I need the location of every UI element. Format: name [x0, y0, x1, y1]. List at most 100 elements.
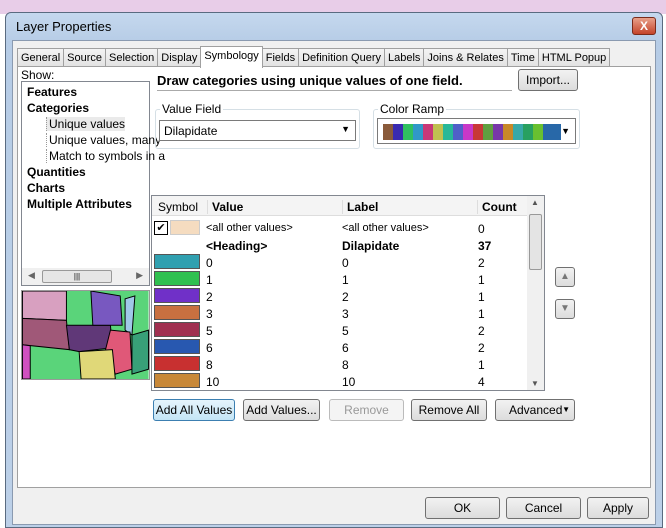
tab-display[interactable]: Display: [157, 48, 202, 67]
table-row[interactable]: 5 5 2: [152, 322, 527, 339]
tree-item[interactable]: Quantities: [27, 165, 86, 179]
ok-button[interactable]: OK: [425, 497, 500, 519]
add-all-values-button[interactable]: Add All Values: [153, 399, 235, 421]
table-row[interactable]: 0 0 2: [152, 254, 527, 271]
cell-label[interactable]: 0: [342, 256, 349, 270]
remove-all-button[interactable]: Remove All: [411, 399, 487, 421]
advanced-button[interactable]: Advanced ▼: [495, 399, 575, 421]
tree-item[interactable]: Unique values: [46, 117, 126, 131]
apply-button[interactable]: Apply: [587, 497, 649, 519]
cell-value: 8: [206, 358, 213, 372]
symbol-swatch[interactable]: [154, 254, 200, 269]
tab-html-popup[interactable]: HTML Popup: [537, 48, 611, 67]
values-table[interactable]: Symbol Value Label Count ✔ <all other val…: [151, 195, 545, 391]
horizontal-scrollbar[interactable]: ◀ ||| ▶: [22, 268, 149, 285]
table-row[interactable]: 2 2 1: [152, 288, 527, 305]
symbol-swatch[interactable]: [170, 220, 200, 235]
symbol-swatch[interactable]: [154, 339, 200, 354]
scroll-thumb[interactable]: |||: [42, 270, 112, 283]
cell-label[interactable]: <all other values>: [342, 222, 429, 234]
scroll-left-icon[interactable]: ◀: [28, 270, 35, 281]
ramp-swatch: [513, 124, 523, 140]
tab-fields[interactable]: Fields: [261, 48, 300, 67]
cell-label[interactable]: 6: [342, 341, 349, 355]
scroll-down-icon[interactable]: ▼: [531, 379, 539, 388]
checkbox[interactable]: ✔: [154, 221, 168, 235]
table-row[interactable]: 1 1 1: [152, 271, 527, 288]
tree-item[interactable]: Categories: [27, 101, 89, 115]
tab-symbology[interactable]: Symbology: [200, 46, 263, 68]
cell-value: 6: [206, 341, 213, 355]
ramp-swatch: [473, 124, 483, 140]
cell-count: 4: [478, 375, 485, 389]
tree-item[interactable]: Features: [27, 85, 77, 99]
tab-time[interactable]: Time: [506, 48, 539, 67]
cell-count: 0: [478, 222, 485, 236]
symbol-swatch[interactable]: [154, 356, 200, 371]
ramp-swatch: [403, 124, 413, 140]
table-row[interactable]: ✔ <all other values> <all other values> 0: [152, 220, 527, 237]
tree-item[interactable]: Match to symbols in a: [46, 149, 165, 163]
cell-label[interactable]: 10: [342, 375, 355, 389]
vertical-scrollbar[interactable]: ▲ ▼: [527, 196, 544, 390]
cell-label[interactable]: 1: [342, 273, 349, 287]
cell-value: 2: [206, 290, 213, 304]
tab-joins-relates[interactable]: Joins & Relates: [423, 48, 508, 67]
cancel-button[interactable]: Cancel: [506, 497, 581, 519]
tab-definition-query[interactable]: Definition Query: [298, 48, 385, 67]
cell-label[interactable]: Dilapidate: [342, 239, 399, 253]
cell-label[interactable]: 2: [342, 290, 349, 304]
add-values-button[interactable]: Add Values...: [243, 399, 320, 421]
cell-value: <Heading>: [206, 239, 268, 253]
scroll-up-icon[interactable]: ▲: [531, 198, 539, 207]
ramp-swatch: [463, 124, 473, 140]
ramp-swatch: [383, 124, 393, 140]
tab-selection[interactable]: Selection: [105, 48, 159, 67]
cell-label[interactable]: 5: [342, 324, 349, 338]
cell-label[interactable]: 3: [342, 307, 349, 321]
symbol-swatch[interactable]: [154, 322, 200, 337]
layer-properties-dialog: Layer Properties X General Source Selectio…: [5, 12, 663, 528]
chevron-down-icon: ▼: [562, 405, 570, 414]
table-row[interactable]: 8 8 1: [152, 356, 527, 373]
symbol-swatch[interactable]: [154, 373, 200, 388]
close-button[interactable]: X: [632, 17, 656, 35]
cell-label[interactable]: 8: [342, 358, 349, 372]
ramp-swatch: [523, 124, 533, 140]
table-row[interactable]: 6 6 2: [152, 339, 527, 356]
chevron-down-icon: ▼: [561, 126, 570, 136]
symbol-swatch[interactable]: [154, 271, 200, 286]
table-row[interactable]: 10 10 4: [152, 373, 527, 390]
ramp-swatch: [493, 124, 503, 140]
tree-item[interactable]: Charts: [27, 181, 65, 195]
remove-button[interactable]: Remove: [329, 399, 404, 421]
tab-source[interactable]: Source: [63, 48, 106, 67]
scroll-right-icon[interactable]: ▶: [136, 270, 143, 281]
tree-item[interactable]: Unique values, many: [46, 133, 161, 147]
move-down-button[interactable]: ▼: [555, 299, 575, 319]
table-row[interactable]: <Heading> Dilapidate 37: [152, 237, 527, 254]
header-count[interactable]: Count: [477, 200, 517, 214]
tab-labels[interactable]: Labels: [383, 48, 425, 67]
description-text: Draw categories using unique values of o…: [157, 71, 512, 91]
cell-count: 1: [478, 358, 485, 372]
tree-item[interactable]: Multiple Attributes: [27, 197, 132, 211]
ramp-swatch: [423, 124, 433, 140]
table-header: Symbol Value Label Count: [152, 196, 527, 216]
scroll-thumb[interactable]: [529, 214, 542, 270]
value-field-select[interactable]: Dilapidate ▼: [159, 120, 356, 141]
show-tree[interactable]: ◀ ||| ▶ Features Categories Unique values U…: [21, 81, 165, 286]
tab-general[interactable]: General: [17, 48, 65, 67]
value-field-value: Dilapidate: [164, 124, 218, 138]
symbol-swatch[interactable]: [154, 305, 200, 320]
cell-value: 10: [206, 375, 220, 389]
header-label[interactable]: Label: [342, 200, 378, 214]
ramp-swatch: [443, 124, 453, 140]
symbol-swatch[interactable]: [154, 288, 200, 303]
table-row[interactable]: 3 3 1: [152, 305, 527, 322]
move-up-button[interactable]: ▲: [555, 267, 575, 287]
import-button[interactable]: Import...: [518, 69, 578, 91]
header-value[interactable]: Value: [207, 200, 243, 214]
header-symbol[interactable]: Symbol: [158, 200, 198, 214]
color-ramp-select[interactable]: ▼: [377, 118, 576, 144]
